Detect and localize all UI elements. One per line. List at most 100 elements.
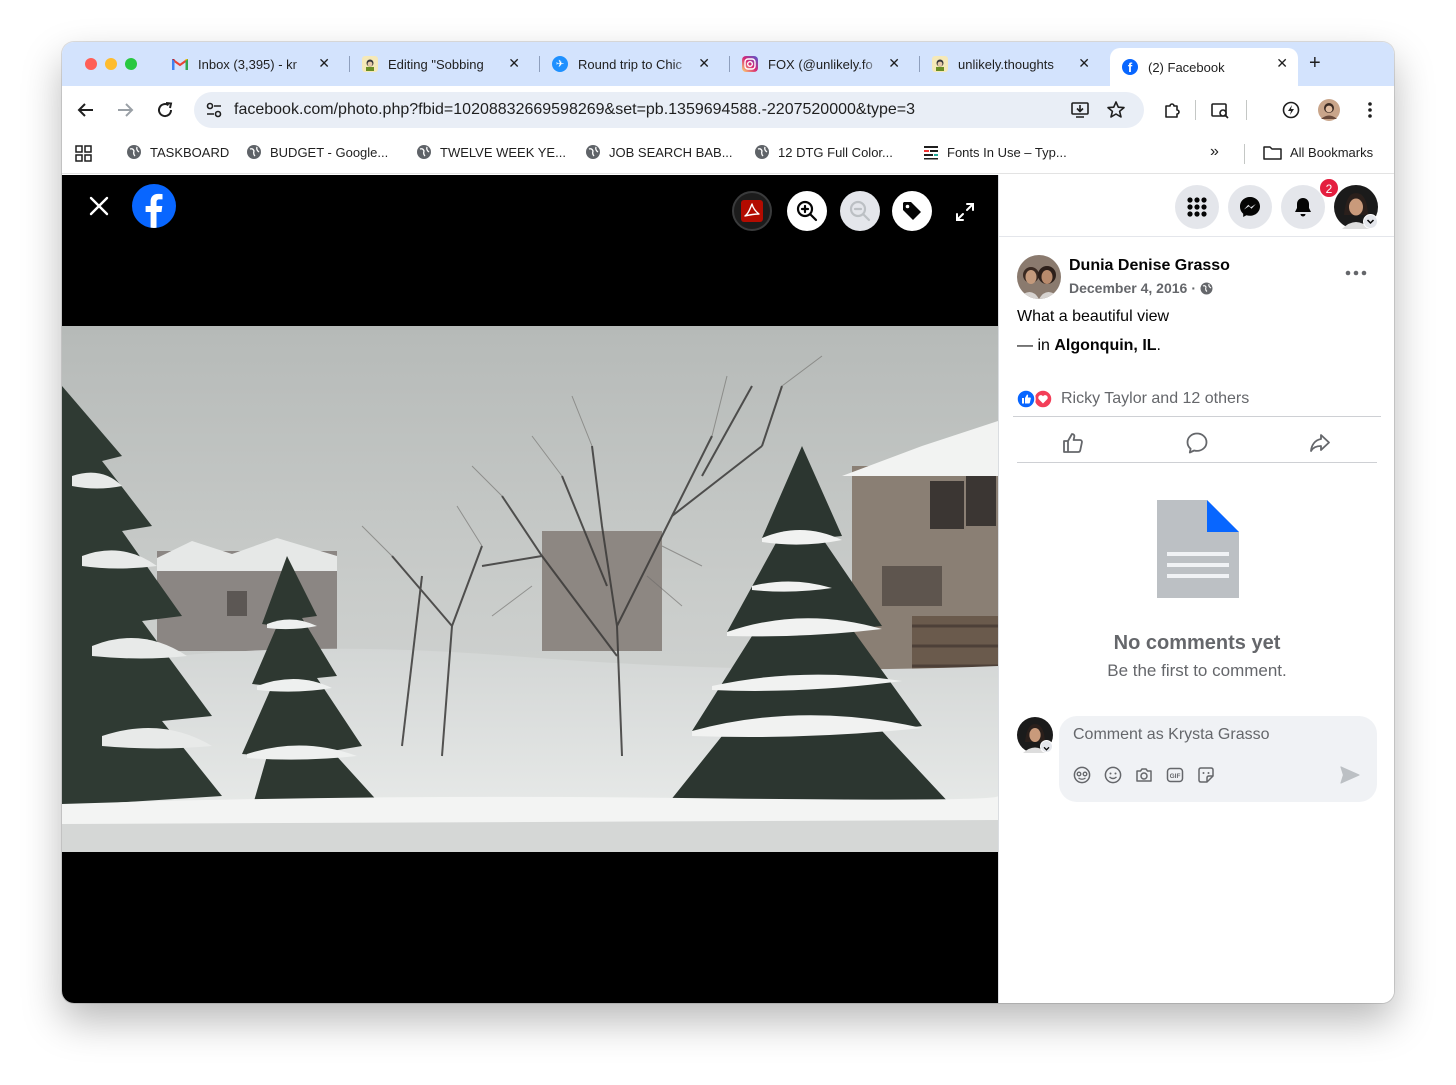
send-icon[interactable] (1339, 764, 1361, 786)
tab-facebook[interactable]: f (2) Facebook ✕ (1110, 48, 1298, 86)
post-author-name[interactable]: Dunia Denise Grasso (1069, 257, 1230, 275)
toolbar-divider (1246, 100, 1247, 120)
bookmarks-bar: TASKBOARD BUDGET - Google... TWELVE WEEK… (62, 134, 1394, 174)
profile-avatar[interactable] (1317, 98, 1341, 122)
globe-icon (127, 145, 141, 159)
reading-mode-icon[interactable] (1208, 98, 1232, 122)
apps-grid-icon[interactable] (75, 145, 92, 162)
adobe-acrobat-icon[interactable] (732, 191, 772, 231)
account-dropdown-icon[interactable] (1363, 214, 1378, 229)
location-link[interactable]: Algonquin, IL (1054, 337, 1156, 354)
fullscreen-icon[interactable] (954, 201, 976, 228)
bookmark-label: Fonts In Use – Typ... (947, 144, 1067, 160)
emoji-icon[interactable] (1102, 764, 1124, 786)
new-tab-button[interactable]: + (1309, 52, 1321, 75)
globe-icon (417, 145, 431, 159)
tab-instagram[interactable]: FOX (@unlikely.fo ✕ (730, 48, 910, 80)
toolbar-divider (1195, 100, 1196, 120)
performance-icon[interactable] (1279, 98, 1303, 122)
reload-button[interactable] (153, 98, 177, 122)
bookmark-twelve-week[interactable]: TWELVE WEEK YE... (416, 144, 566, 160)
zoom-out-icon[interactable] (840, 191, 880, 231)
browser-menu-icon[interactable] (1358, 98, 1382, 122)
tab-label: Editing "Sobbing (388, 56, 484, 72)
tab-label: unlikely.thoughts (958, 56, 1054, 72)
site-settings-icon[interactable] (204, 100, 224, 120)
menu-grid-icon[interactable] (1175, 185, 1219, 229)
location-prefix: — in (1017, 337, 1055, 354)
comment-composer[interactable]: GIF (1059, 716, 1377, 802)
notifications-bell-icon[interactable] (1281, 185, 1325, 229)
author-avatar[interactable] (1017, 255, 1061, 299)
tab-strip: Inbox (3,395) - kr ✕ Editing "Sobbing ✕ … (62, 42, 1394, 86)
tab-substack-unlikely[interactable]: unlikely.thoughts ✕ (920, 48, 1100, 80)
comment-input[interactable] (1073, 726, 1333, 744)
close-icon[interactable]: ✕ (508, 55, 520, 72)
address-bar[interactable]: facebook.com/photo.php?fbid=102088326695… (194, 92, 1144, 128)
close-icon[interactable]: ✕ (318, 55, 330, 72)
close-icon[interactable]: ✕ (698, 55, 710, 72)
post-date[interactable]: December 4, 2016 · (1069, 280, 1213, 296)
camera-icon[interactable] (1133, 764, 1155, 786)
all-bookmarks-label: All Bookmarks (1290, 144, 1374, 160)
avatar-sticker-icon[interactable] (1071, 764, 1093, 786)
close-icon[interactable]: ✕ (888, 55, 900, 72)
close-viewer-icon[interactable] (88, 195, 110, 222)
post-date-text: December 4, 2016 (1069, 280, 1188, 296)
bookmark-label: BUDGET - Google... (270, 144, 389, 160)
tab-label: Round trip to Chic (578, 56, 683, 72)
bookmark-budget[interactable]: BUDGET - Google... (246, 144, 388, 160)
bookmark-fonts-in-use[interactable]: Fonts In Use – Typ... (923, 144, 1067, 160)
empty-comments-document-icon (1157, 500, 1239, 598)
fonts-in-use-icon (924, 146, 938, 160)
reactions-divider (1013, 416, 1381, 417)
bookmark-star-icon[interactable] (1106, 100, 1126, 120)
svg-text:GIF: GIF (1170, 773, 1181, 780)
bookmark-job-search[interactable]: JOB SEARCH BAB... (585, 144, 733, 160)
sticker-icon[interactable] (1195, 764, 1217, 786)
tab-substack-editing[interactable]: Editing "Sobbing ✕ (350, 48, 530, 80)
all-bookmarks-button[interactable]: All Bookmarks (1263, 144, 1373, 160)
flight-icon: ✈ (552, 56, 568, 72)
instagram-icon (742, 56, 758, 72)
comment-icon[interactable] (1183, 429, 1211, 457)
commenter-avatar[interactable] (1017, 717, 1053, 753)
substack-avatar-icon (362, 56, 378, 72)
reactions-summary[interactable]: Ricky Taylor and 12 others (1015, 389, 1249, 409)
close-icon[interactable]: ✕ (1078, 55, 1090, 72)
account-avatar[interactable] (1334, 185, 1378, 229)
close-icon[interactable]: ✕ (1276, 55, 1288, 72)
snowy-landscape-photo (62, 326, 998, 852)
back-button[interactable] (74, 98, 98, 122)
post-options-icon[interactable] (1345, 263, 1367, 281)
actions-divider (1017, 462, 1377, 463)
bookmarks-divider (1244, 144, 1245, 164)
post-side-panel: 2 Dunia Denise Grasso December 4, 2016 ·… (998, 175, 1394, 1003)
minimize-window-button[interactable] (105, 58, 117, 70)
commenter-dropdown-icon[interactable] (1040, 740, 1053, 753)
tag-icon[interactable] (892, 191, 932, 231)
gif-icon[interactable]: GIF (1164, 764, 1186, 786)
location-suffix: . (1156, 337, 1161, 354)
bookmark-taskboard[interactable]: TASKBOARD (126, 144, 229, 160)
bookmark-label: TWELVE WEEK YE... (440, 144, 566, 160)
tab-flight-search[interactable]: ✈ Round trip to Chic ✕ (540, 48, 720, 80)
like-icon[interactable] (1059, 429, 1087, 457)
globe-icon (247, 145, 261, 159)
tab-gmail[interactable]: Inbox (3,395) - kr ✕ (160, 48, 340, 80)
bookmark-dtg[interactable]: 12 DTG Full Color... (754, 144, 893, 160)
maximize-window-button[interactable] (125, 58, 137, 70)
zoom-in-icon[interactable] (787, 191, 827, 231)
more-bookmarks-icon[interactable]: » (1210, 143, 1219, 161)
install-app-icon[interactable] (1070, 100, 1090, 120)
post-photo[interactable] (62, 326, 998, 852)
extensions-icon[interactable] (1160, 98, 1184, 122)
date-separator: · (1191, 280, 1196, 296)
forward-button[interactable] (113, 98, 137, 122)
reactions-text: Ricky Taylor and 12 others (1061, 390, 1250, 407)
share-icon[interactable] (1306, 429, 1334, 457)
messenger-icon[interactable] (1228, 185, 1272, 229)
header-divider (999, 236, 1394, 237)
close-window-button[interactable] (85, 58, 97, 70)
facebook-logo[interactable] (132, 184, 176, 228)
